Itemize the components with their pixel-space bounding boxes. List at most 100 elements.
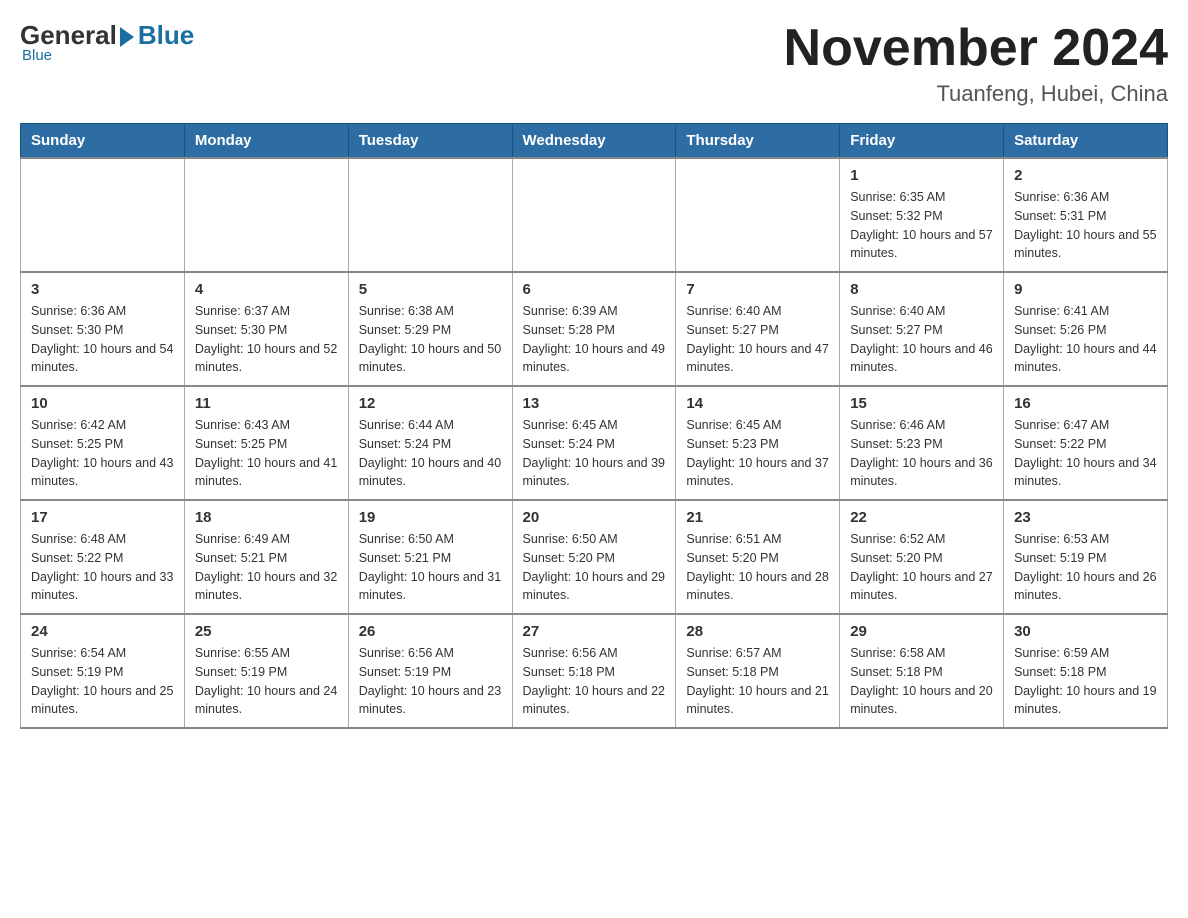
day-info: Sunrise: 6:40 AMSunset: 5:27 PMDaylight:… (686, 302, 829, 377)
calendar-cell: 7 Sunrise: 6:40 AMSunset: 5:27 PMDaylight… (676, 272, 840, 386)
day-info: Sunrise: 6:55 AMSunset: 5:19 PMDaylight:… (195, 644, 338, 719)
day-number: 12 (359, 395, 502, 412)
week-row-1: 1 Sunrise: 6:35 AMSunset: 5:32 PMDaylight… (21, 158, 1168, 272)
week-row-5: 24Sunrise: 6:54 AMSunset: 5:19 PMDayligh… (21, 614, 1168, 728)
day-info: Sunrise: 6:38 AMSunset: 5:29 PMDaylight:… (359, 302, 502, 377)
day-number: 22 (850, 509, 993, 526)
week-row-3: 10Sunrise: 6:42 AMSunset: 5:25 PMDayligh… (21, 386, 1168, 500)
calendar-cell: 11Sunrise: 6:43 AMSunset: 5:25 PMDayligh… (184, 386, 348, 500)
calendar-cell: 10Sunrise: 6:42 AMSunset: 5:25 PMDayligh… (21, 386, 185, 500)
calendar-cell: 1 Sunrise: 6:35 AMSunset: 5:32 PMDaylight… (840, 158, 1004, 272)
day-info: Sunrise: 6:42 AMSunset: 5:25 PMDaylight:… (31, 416, 174, 491)
calendar-cell: 13 Sunrise: 6:45 AMSunset: 5:24 PMDayligh… (512, 386, 676, 500)
calendar-cell: 21 Sunrise: 6:51 AMSunset: 5:20 PMDayligh… (676, 500, 840, 614)
day-number: 5 (359, 281, 502, 298)
calendar-cell: 24Sunrise: 6:54 AMSunset: 5:19 PMDayligh… (21, 614, 185, 728)
logo-arrow-icon (120, 27, 134, 47)
day-number: 14 (686, 395, 829, 412)
day-info: Sunrise: 6:36 AMSunset: 5:30 PMDaylight:… (31, 302, 174, 377)
day-info: Sunrise: 6:47 AMSunset: 5:22 PMDaylight:… (1014, 416, 1157, 491)
day-number: 11 (195, 395, 338, 412)
calendar-cell: 22 Sunrise: 6:52 AMSunset: 5:20 PMDayligh… (840, 500, 1004, 614)
calendar-cell: 25 Sunrise: 6:55 AMSunset: 5:19 PMDayligh… (184, 614, 348, 728)
header-wednesday: Wednesday (512, 124, 676, 159)
day-number: 27 (523, 623, 666, 640)
header-sunday: Sunday (21, 124, 185, 159)
day-number: 19 (359, 509, 502, 526)
location-title: Tuanfeng, Hubei, China (784, 81, 1168, 107)
day-number: 3 (31, 281, 174, 298)
day-number: 2 (1014, 167, 1157, 184)
calendar-cell: 8 Sunrise: 6:40 AMSunset: 5:27 PMDaylight… (840, 272, 1004, 386)
header-thursday: Thursday (676, 124, 840, 159)
logo-blue-text: Blue (138, 20, 194, 51)
day-info: Sunrise: 6:35 AMSunset: 5:32 PMDaylight:… (850, 188, 993, 263)
day-number: 29 (850, 623, 993, 640)
calendar-cell: 12 Sunrise: 6:44 AMSunset: 5:24 PMDayligh… (348, 386, 512, 500)
logo: General Blue Blue (20, 20, 194, 64)
day-info: Sunrise: 6:40 AMSunset: 5:27 PMDaylight:… (850, 302, 993, 377)
day-info: Sunrise: 6:46 AMSunset: 5:23 PMDaylight:… (850, 416, 993, 491)
day-number: 1 (850, 167, 993, 184)
calendar-cell: 26 Sunrise: 6:56 AMSunset: 5:19 PMDayligh… (348, 614, 512, 728)
calendar-cell: 23Sunrise: 6:53 AMSunset: 5:19 PMDayligh… (1004, 500, 1168, 614)
day-number: 28 (686, 623, 829, 640)
calendar-cell (348, 158, 512, 272)
day-number: 4 (195, 281, 338, 298)
day-info: Sunrise: 6:52 AMSunset: 5:20 PMDaylight:… (850, 530, 993, 605)
day-info: Sunrise: 6:58 AMSunset: 5:18 PMDaylight:… (850, 644, 993, 719)
day-info: Sunrise: 6:51 AMSunset: 5:20 PMDaylight:… (686, 530, 829, 605)
calendar-cell: 19Sunrise: 6:50 AMSunset: 5:21 PMDayligh… (348, 500, 512, 614)
day-number: 16 (1014, 395, 1157, 412)
header-tuesday: Tuesday (348, 124, 512, 159)
calendar-cell: 29 Sunrise: 6:58 AMSunset: 5:18 PMDayligh… (840, 614, 1004, 728)
day-number: 8 (850, 281, 993, 298)
day-info: Sunrise: 6:45 AMSunset: 5:24 PMDaylight:… (523, 416, 666, 491)
header-friday: Friday (840, 124, 1004, 159)
header-saturday: Saturday (1004, 124, 1168, 159)
day-number: 25 (195, 623, 338, 640)
day-info: Sunrise: 6:56 AMSunset: 5:19 PMDaylight:… (359, 644, 502, 719)
calendar-cell: 14 Sunrise: 6:45 AMSunset: 5:23 PMDayligh… (676, 386, 840, 500)
day-info: Sunrise: 6:57 AMSunset: 5:18 PMDaylight:… (686, 644, 829, 719)
day-info: Sunrise: 6:50 AMSunset: 5:20 PMDaylight:… (523, 530, 666, 605)
day-info: Sunrise: 6:44 AMSunset: 5:24 PMDaylight:… (359, 416, 502, 491)
calendar-cell (184, 158, 348, 272)
calendar-cell: 28 Sunrise: 6:57 AMSunset: 5:18 PMDayligh… (676, 614, 840, 728)
week-row-4: 17Sunrise: 6:48 AMSunset: 5:22 PMDayligh… (21, 500, 1168, 614)
day-number: 23 (1014, 509, 1157, 526)
week-row-2: 3 Sunrise: 6:36 AMSunset: 5:30 PMDaylight… (21, 272, 1168, 386)
logo-subtitle: Blue (22, 47, 52, 64)
day-number: 13 (523, 395, 666, 412)
calendar-cell: 5 Sunrise: 6:38 AMSunset: 5:29 PMDaylight… (348, 272, 512, 386)
header-monday: Monday (184, 124, 348, 159)
day-number: 7 (686, 281, 829, 298)
day-info: Sunrise: 6:49 AMSunset: 5:21 PMDaylight:… (195, 530, 338, 605)
header-row: SundayMondayTuesdayWednesdayThursdayFrid… (21, 124, 1168, 159)
calendar-cell: 27Sunrise: 6:56 AMSunset: 5:18 PMDayligh… (512, 614, 676, 728)
day-number: 6 (523, 281, 666, 298)
day-number: 15 (850, 395, 993, 412)
day-number: 17 (31, 509, 174, 526)
day-number: 21 (686, 509, 829, 526)
day-info: Sunrise: 6:41 AMSunset: 5:26 PMDaylight:… (1014, 302, 1157, 377)
day-info: Sunrise: 6:36 AMSunset: 5:31 PMDaylight:… (1014, 188, 1157, 263)
calendar-cell: 4 Sunrise: 6:37 AMSunset: 5:30 PMDaylight… (184, 272, 348, 386)
calendar-table: SundayMondayTuesdayWednesdayThursdayFrid… (20, 123, 1168, 729)
calendar-cell: 16 Sunrise: 6:47 AMSunset: 5:22 PMDayligh… (1004, 386, 1168, 500)
month-title: November 2024 (784, 20, 1168, 77)
calendar-cell: 6 Sunrise: 6:39 AMSunset: 5:28 PMDaylight… (512, 272, 676, 386)
calendar-cell: 2 Sunrise: 6:36 AMSunset: 5:31 PMDaylight… (1004, 158, 1168, 272)
page-header: General Blue Blue November 2024 Tuanfeng… (20, 20, 1168, 107)
day-info: Sunrise: 6:37 AMSunset: 5:30 PMDaylight:… (195, 302, 338, 377)
day-number: 30 (1014, 623, 1157, 640)
calendar-cell (512, 158, 676, 272)
day-info: Sunrise: 6:59 AMSunset: 5:18 PMDaylight:… (1014, 644, 1157, 719)
day-number: 26 (359, 623, 502, 640)
day-info: Sunrise: 6:39 AMSunset: 5:28 PMDaylight:… (523, 302, 666, 377)
day-info: Sunrise: 6:45 AMSunset: 5:23 PMDaylight:… (686, 416, 829, 491)
calendar-cell (676, 158, 840, 272)
day-info: Sunrise: 6:54 AMSunset: 5:19 PMDaylight:… (31, 644, 174, 719)
calendar-cell (21, 158, 185, 272)
day-number: 18 (195, 509, 338, 526)
